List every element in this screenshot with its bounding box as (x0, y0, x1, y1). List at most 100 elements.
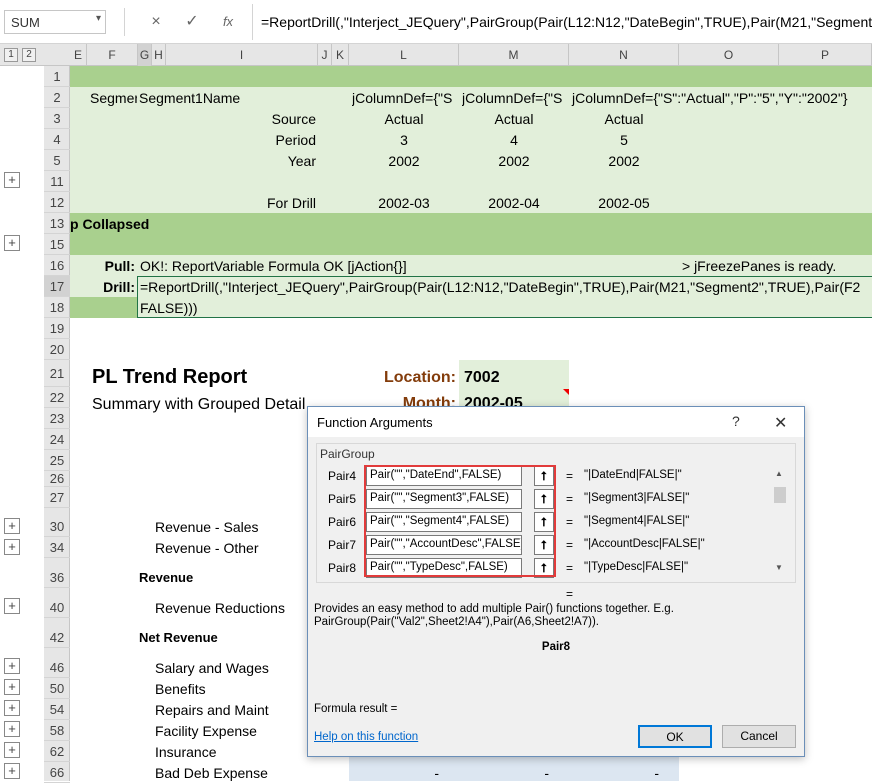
row-header-22[interactable]: 22 (44, 387, 70, 408)
cell-m5[interactable]: 2002 (459, 153, 569, 169)
cell-m4[interactable]: 4 (459, 132, 569, 148)
row-header-54[interactable]: 54 (44, 699, 70, 720)
cell-l5[interactable]: 2002 (349, 153, 459, 169)
cell-g18[interactable]: FALSE))) (140, 300, 198, 316)
row-header-58[interactable]: 58 (44, 720, 70, 741)
row-header-13[interactable]: 13 (44, 213, 70, 234)
row-label-42[interactable]: Net Revenue (139, 630, 218, 645)
cell-i4[interactable]: Period (166, 132, 316, 148)
expand-group-button[interactable]: + (4, 658, 20, 674)
expand-group-button[interactable]: + (4, 539, 20, 555)
expand-group-button[interactable]: + (4, 598, 20, 614)
expand-group-button[interactable]: + (4, 172, 20, 188)
column-header-p[interactable]: P (779, 44, 872, 66)
expand-group-button[interactable]: + (4, 763, 20, 779)
expand-group-button[interactable]: + (4, 742, 20, 758)
row-header-23[interactable]: 23 (44, 408, 70, 429)
cell-n5[interactable]: 2002 (569, 153, 679, 169)
row-label-34[interactable]: Revenue - Other (155, 540, 259, 556)
expand-group-button[interactable]: + (4, 721, 20, 737)
cell-f16[interactable]: Pull: (87, 258, 135, 274)
name-box[interactable]: SUM ▾ (4, 10, 106, 34)
column-header-k[interactable]: K (332, 44, 349, 66)
args-scrollbar[interactable]: ▲ ▼ (772, 467, 788, 575)
row-header-2[interactable]: 2 (44, 87, 70, 108)
cell-g17[interactable]: =ReportDrill(,"Interject_JEQuery",PairGr… (140, 279, 872, 295)
row-label-54[interactable]: Repairs and Maint (155, 702, 269, 718)
cell-e13[interactable]: p Collapsed (70, 216, 149, 232)
cell-l12[interactable]: 2002-03 (349, 195, 459, 211)
row-header-25[interactable]: 25 (44, 450, 70, 471)
chevron-down-icon[interactable]: ▾ (96, 13, 101, 24)
row-header-40[interactable]: 40 (44, 597, 70, 618)
row-header-15[interactable]: 15 (44, 234, 70, 255)
row-header-11[interactable]: 11 (44, 171, 70, 192)
row-header-1[interactable]: 1 (44, 66, 70, 87)
help-link[interactable]: Help on this function (314, 731, 418, 743)
row-label-58[interactable]: Facility Expense (155, 723, 257, 739)
cell-n66[interactable]: - (569, 765, 659, 781)
formula-input[interactable]: =ReportDrill(,"Interject_JEQuery",PairGr… (252, 4, 872, 40)
expand-group-button[interactable]: + (4, 518, 20, 534)
column-header-l[interactable]: L (349, 44, 459, 66)
column-header-n[interactable]: N (569, 44, 679, 66)
row-header-27[interactable]: 27 (44, 487, 70, 508)
cancel-button[interactable]: Cancel (722, 725, 796, 748)
enter-icon[interactable]: ✓ (182, 12, 202, 32)
row-header-66[interactable]: 66 (44, 762, 70, 783)
cell-i5[interactable]: Year (166, 153, 316, 169)
cell-l66[interactable]: - (349, 765, 439, 781)
help-icon[interactable]: ? (732, 413, 740, 429)
row-header-26[interactable]: 26 (44, 471, 70, 487)
row-header-24[interactable]: 24 (44, 429, 70, 450)
column-header-h[interactable]: H (152, 44, 166, 66)
row-header-12[interactable]: 12 (44, 192, 70, 213)
row-label-36[interactable]: Revenue (139, 570, 193, 585)
cell-m66[interactable]: - (459, 765, 549, 781)
expand-group-button[interactable]: + (4, 700, 20, 716)
row-header-42[interactable]: 42 (44, 627, 70, 648)
column-header-o[interactable]: O (679, 44, 779, 66)
scroll-down-icon[interactable]: ▼ (775, 563, 783, 572)
outline-level-1-button[interactable]: 1 (4, 48, 18, 62)
column-header-i[interactable]: I (166, 44, 318, 66)
expand-group-button[interactable]: + (4, 235, 20, 251)
cell-n4[interactable]: 5 (569, 132, 679, 148)
cell-f2[interactable]: Segmer (90, 90, 137, 106)
cell-i3[interactable]: Source (166, 111, 316, 127)
row-header-4[interactable]: 4 (44, 129, 70, 150)
insert-function-icon[interactable]: fx (218, 12, 238, 32)
row-header-30[interactable]: 30 (44, 516, 70, 537)
cell-l4[interactable]: 3 (349, 132, 459, 148)
cell-g16[interactable]: OK!: ReportVariable Formula OK [jAction{… (140, 258, 407, 274)
row-label-66[interactable]: Bad Deb Expense (155, 765, 268, 781)
scroll-up-icon[interactable]: ▲ (775, 469, 783, 478)
scroll-thumb[interactable] (774, 487, 786, 503)
column-header-g[interactable]: G (138, 44, 152, 66)
row-header-21[interactable]: 21 (44, 360, 70, 387)
outline-level-2-button[interactable]: 2 (22, 48, 36, 62)
column-header-j[interactable]: J (318, 44, 332, 66)
cell-n12[interactable]: 2002-05 (569, 195, 679, 211)
location-value[interactable]: 7002 (464, 369, 500, 387)
row-header-19[interactable]: 19 (44, 318, 70, 339)
cell-l3[interactable]: Actual (349, 111, 459, 127)
row-header-62[interactable]: 62 (44, 741, 70, 762)
row-label-50[interactable]: Benefits (155, 681, 206, 697)
cell-f17[interactable]: Drill: (87, 279, 135, 295)
cell-o16[interactable]: > jFreezePanes is ready. (682, 258, 836, 274)
column-header-m[interactable]: M (459, 44, 569, 66)
cell-m3[interactable]: Actual (459, 111, 569, 127)
row-header-36[interactable]: 36 (44, 567, 70, 588)
cancel-icon[interactable]: × (146, 12, 166, 32)
row-header-3[interactable]: 3 (44, 108, 70, 129)
row-header-17[interactable]: 17 (44, 276, 70, 297)
row-header-5[interactable]: 5 (44, 150, 70, 171)
ok-button[interactable]: OK (638, 725, 712, 748)
close-icon[interactable]: ✕ (774, 413, 787, 433)
expand-group-button[interactable]: + (4, 679, 20, 695)
row-header-16[interactable]: 16 (44, 255, 70, 276)
row-label-46[interactable]: Salary and Wages (155, 660, 269, 676)
cell-g2[interactable]: Segment1Name (139, 90, 240, 106)
column-header-f[interactable]: F (87, 44, 138, 66)
